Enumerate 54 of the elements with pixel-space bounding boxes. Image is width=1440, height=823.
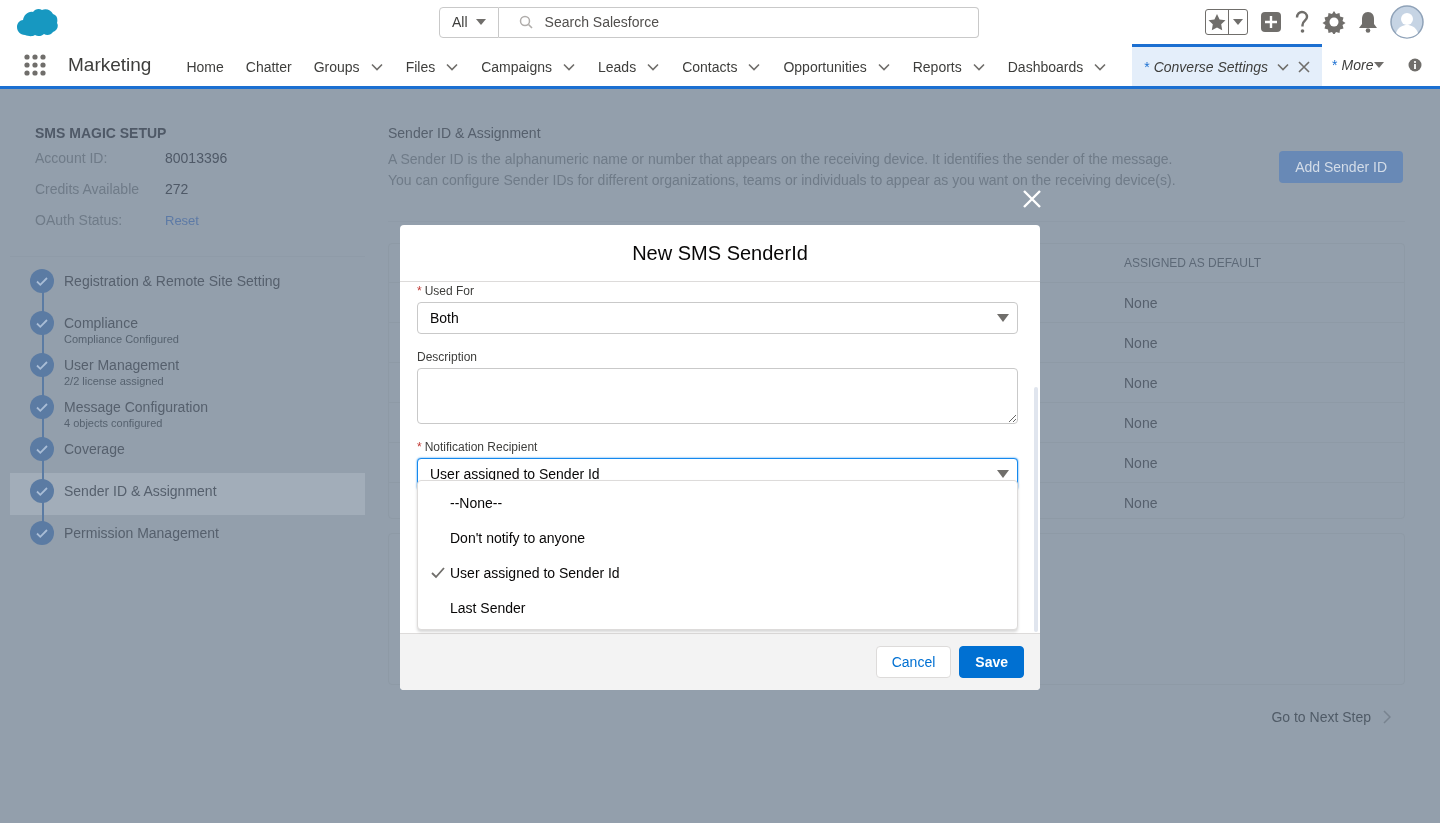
nav-tab[interactable]: Groups xyxy=(302,44,395,86)
search-icon xyxy=(518,14,533,29)
setup-title: SMS MAGIC SETUP xyxy=(34,125,168,141)
table-cell: None xyxy=(1124,294,1158,311)
search-field[interactable]: Search Salesforce xyxy=(498,6,979,38)
nav-tab[interactable]: Files xyxy=(394,44,471,86)
nav-tab[interactable]: Campaigns xyxy=(470,44,587,86)
description-field[interactable] xyxy=(417,368,1018,424)
dropdown-option[interactable]: Last Sender xyxy=(418,590,1017,625)
caret-down-icon xyxy=(1373,60,1386,70)
nav-tab[interactable]: Reports xyxy=(901,44,997,86)
bell-icon[interactable] xyxy=(1358,11,1378,33)
field-label: * Used For xyxy=(417,284,476,298)
cancel-button[interactable]: Cancel xyxy=(875,646,952,678)
select-field[interactable]: Both xyxy=(417,302,1018,334)
field-label: * Notification Recipient xyxy=(417,440,539,454)
table-cell: None xyxy=(1124,454,1158,471)
modal-title: New SMS SenderId xyxy=(632,241,808,265)
settings-icon[interactable] xyxy=(1322,10,1346,34)
info-value: 80013396 xyxy=(165,149,228,168)
app-launcher-icon[interactable] xyxy=(24,54,46,76)
nav-tab[interactable]: Dashboards xyxy=(996,44,1119,86)
chevron-right-icon xyxy=(1383,710,1391,724)
caret-down-icon xyxy=(997,470,1009,478)
table-cell: None xyxy=(1124,374,1158,391)
app-name: Marketing xyxy=(68,54,152,76)
star-icon xyxy=(1206,12,1228,32)
avatar-icon[interactable] xyxy=(1390,5,1424,39)
nav-tab[interactable]: Home xyxy=(175,44,235,86)
nav-tab[interactable]: Opportunities xyxy=(772,44,902,86)
info-value: 272 xyxy=(165,180,189,199)
field-label: Description xyxy=(417,350,479,364)
dropdown-option[interactable]: User assigned to Sender Id xyxy=(418,555,1017,590)
section-title: Sender ID & Assignment xyxy=(388,125,542,141)
close-icon[interactable] xyxy=(1298,60,1311,73)
nav-tab[interactable]: Contacts xyxy=(671,44,773,86)
more-menu[interactable]: * More xyxy=(1332,44,1386,86)
dropdown-option[interactable]: Don't notify to anyone xyxy=(418,520,1017,555)
help-icon[interactable] xyxy=(1294,10,1310,34)
info-icon[interactable] xyxy=(1408,58,1422,72)
table-cell: None xyxy=(1124,334,1158,351)
scope-dropdown[interactable]: All xyxy=(439,6,499,38)
nav-tab[interactable]: Leads xyxy=(587,44,672,86)
favorites-button[interactable] xyxy=(1205,9,1248,35)
plus-icon[interactable] xyxy=(1260,11,1282,33)
table-cell: None xyxy=(1124,494,1158,511)
caret-down-icon xyxy=(475,19,486,25)
nav-tab[interactable]: * Converse Settings xyxy=(1132,44,1323,86)
caret-down-icon xyxy=(997,314,1009,322)
cloud-logo[interactable] xyxy=(16,7,58,37)
table-cell: None xyxy=(1124,414,1158,431)
caret-down-icon xyxy=(1233,19,1243,25)
nav-tab[interactable]: Chatter xyxy=(234,44,303,86)
save-button[interactable]: Save xyxy=(959,646,1024,678)
